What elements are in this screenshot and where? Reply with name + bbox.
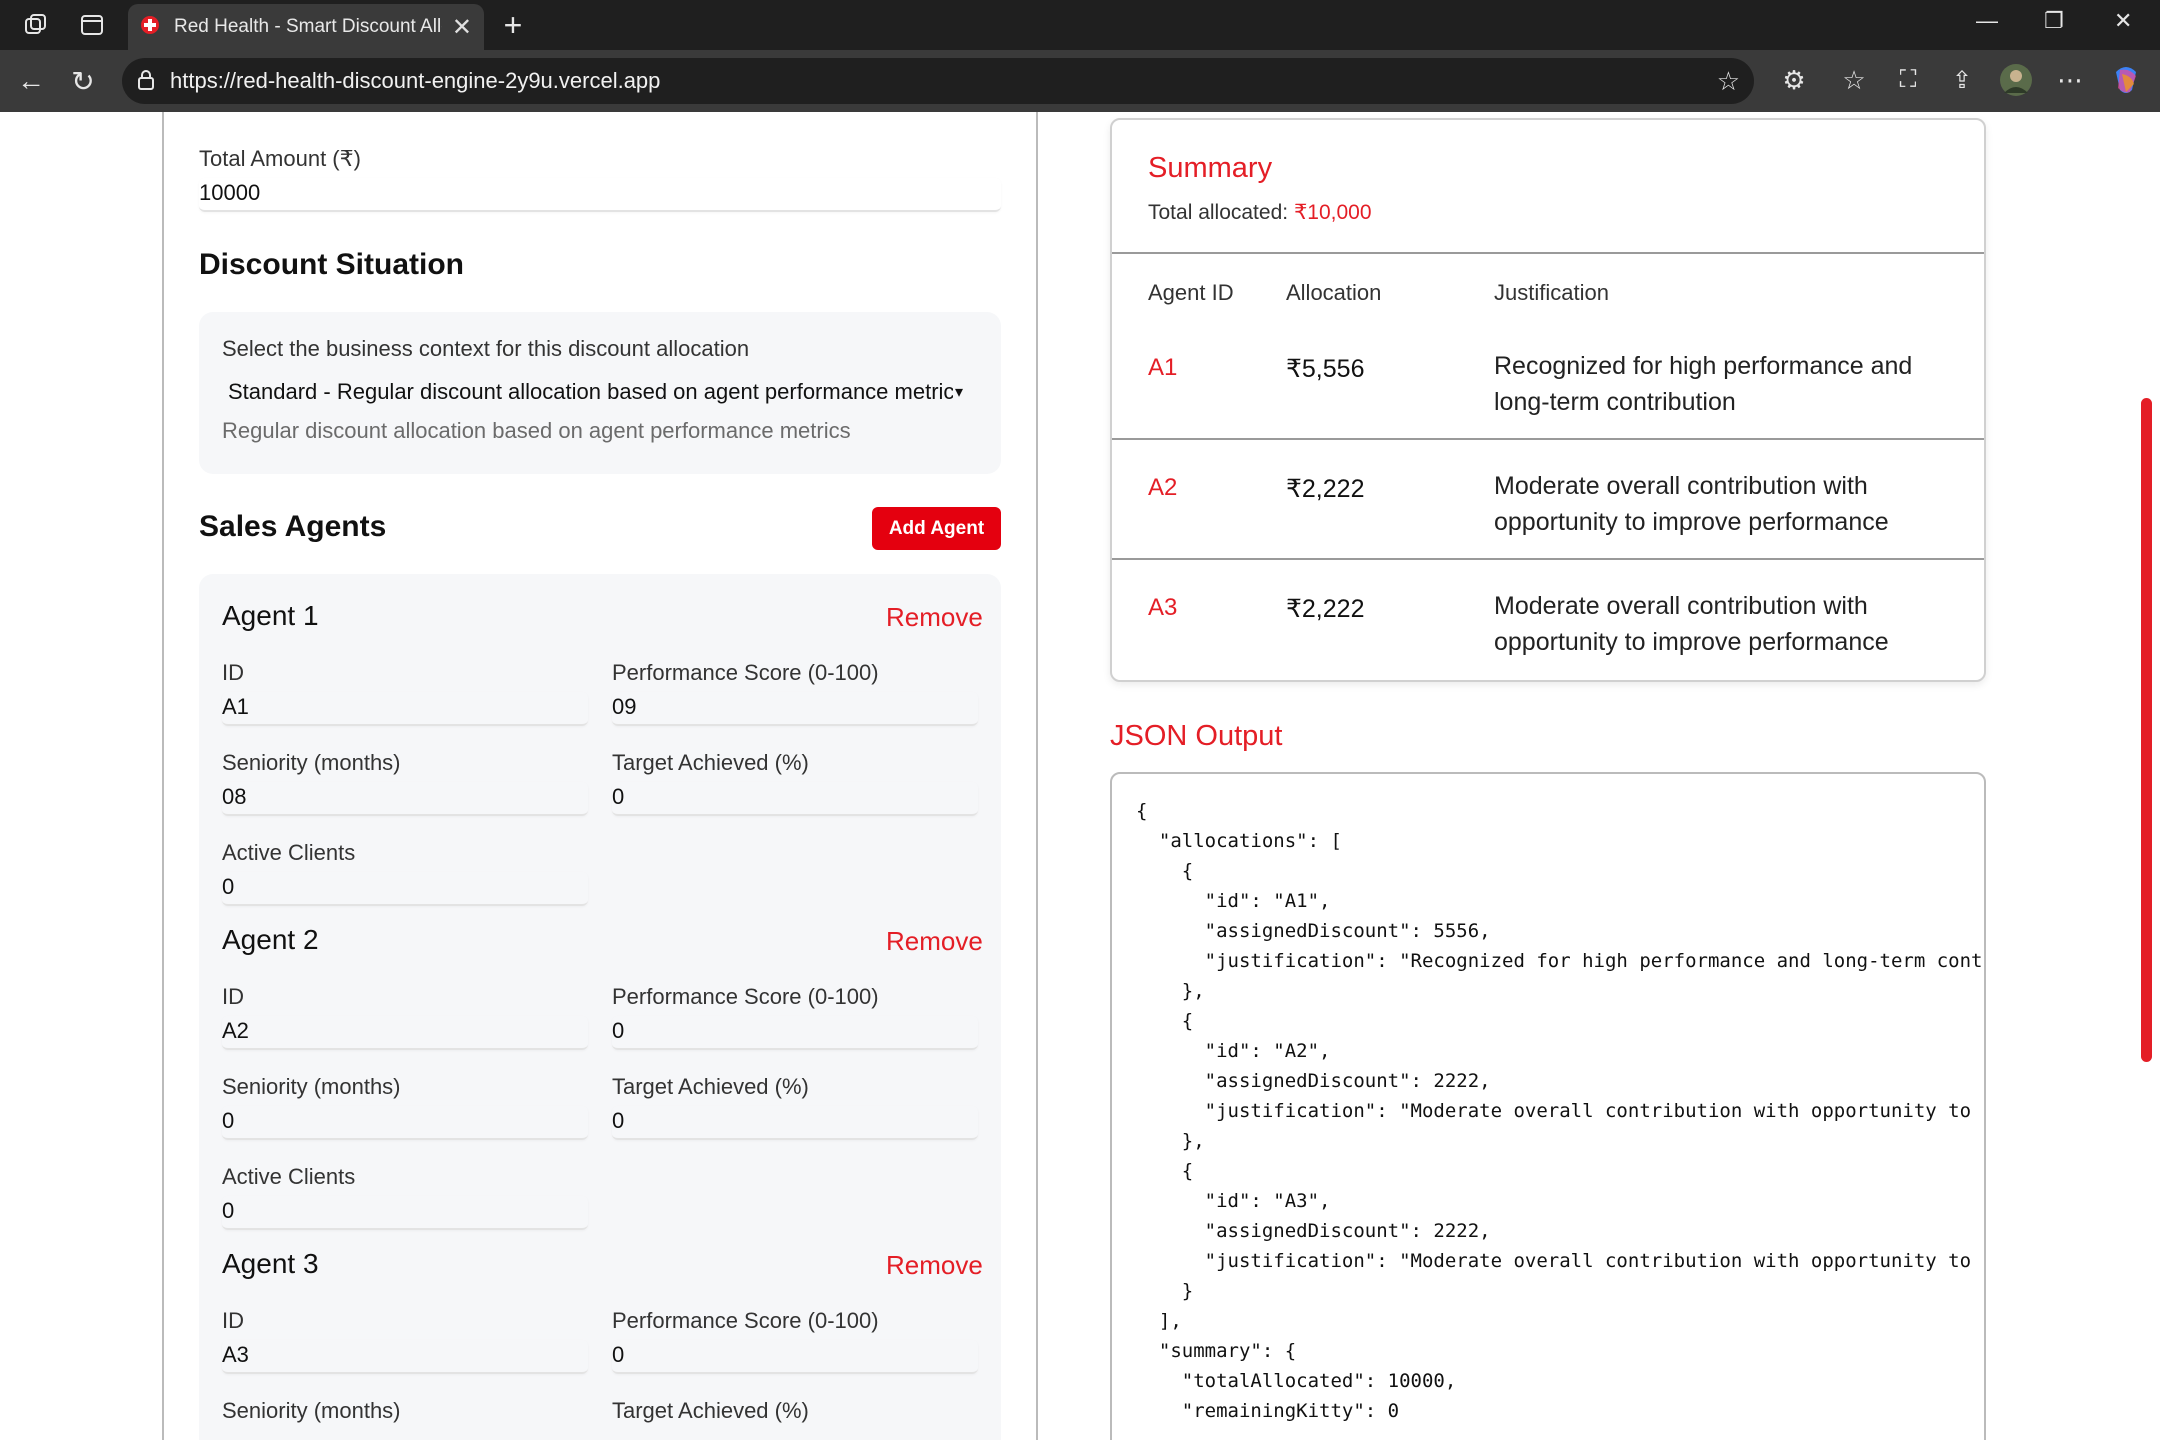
profile-avatar[interactable] [1998,62,2034,98]
workspaces-icon[interactable] [20,10,52,40]
close-window-icon[interactable]: ✕ [2114,8,2132,34]
restore-icon[interactable]: ❐ [2044,8,2064,34]
discount-situation-heading: Discount Situation [199,248,464,281]
agent-1-performance-input[interactable]: 09 [612,692,978,726]
sales-agents-heading: Sales Agents [199,510,387,543]
favorite-star-icon[interactable]: ☆ [1717,66,1740,97]
agent-1-seniority-input[interactable]: 08 [222,782,588,816]
extensions-icon[interactable]: ⚙ [1776,62,1812,98]
favorites-icon[interactable]: ☆ [1836,62,1872,98]
summary-total-value: ₹10,000 [1293,201,1372,224]
agent-3-title: Agent 3 [222,1248,319,1279]
new-tab-icon[interactable]: + [496,7,530,43]
row-1-allocation: ₹5,556 [1286,355,1365,383]
column-header-justification: Justification [1494,280,1609,305]
column-header-agent-id: Agent ID [1148,280,1234,305]
screenshot-icon[interactable]: ⛶ [1890,62,1926,98]
row-3-allocation: ₹2,222 [1286,595,1365,623]
summary-total: Total allocated: ₹10,000 [1148,200,1372,225]
tab-title: Red Health - Smart Discount Allocation [174,16,442,37]
agent-3-id-input[interactable]: A3 [222,1340,588,1374]
browser-chrome: Red Health - Smart Discount Allocation ✕… [0,0,2160,112]
column-header-allocation: Allocation [1286,280,1382,305]
agent-2-target-input[interactable]: 0 [612,1106,978,1140]
agent-3-id-label: ID [222,1308,244,1333]
agent-2-performance-input[interactable]: 0 [612,1016,978,1050]
agent-1-remove-button[interactable]: Remove [886,602,983,633]
summary-total-label: Total allocated: [1148,201,1289,224]
row-1-justification: Recognized for high performance and long… [1494,352,1913,416]
agent-2-target-label: Target Achieved (%) [612,1074,809,1099]
row-1-agent-id: A1 [1148,354,1178,381]
agent-2-clients-input[interactable]: 0 [222,1196,588,1230]
context-description: Regular discount allocation based on age… [222,418,851,443]
minimize-icon[interactable]: — [1976,8,1998,34]
row-2-allocation: ₹2,222 [1286,475,1365,503]
agent-1-id-input[interactable]: A1 [222,692,588,726]
tab-bar: Red Health - Smart Discount Allocation ✕… [0,0,2160,50]
agent-2-remove-button[interactable]: Remove [886,926,983,957]
agent-3-performance-input[interactable]: 0 [612,1340,978,1374]
row-2-agent-id: A2 [1148,474,1178,501]
copilot-icon[interactable] [2108,62,2144,98]
row-3-justification: Moderate overall contribution with oppor… [1494,592,1889,656]
total-amount-label: Total Amount (₹) [199,146,361,171]
agent-2-seniority-input[interactable]: 0 [222,1106,588,1140]
agent-1-performance-label: Performance Score (0-100) [612,660,879,685]
json-output-title: JSON Output [1110,720,1283,752]
json-output-box[interactable]: { "allocations": [ { "id": "A1", "assign… [1110,772,1986,1440]
summary-title: Summary [1148,152,1273,184]
page-scrollbar[interactable] [2141,398,2152,1062]
agent-1-target-input[interactable]: 0 [612,782,978,816]
summary-divider [1112,252,1984,254]
agent-1-clients-input[interactable]: 0 [222,872,588,906]
agent-3-seniority-label: Seniority (months) [222,1398,401,1423]
address-row: ← ↻ https://red-health-discount-engine-2… [0,50,2160,112]
address-bar[interactable]: https://red-health-discount-engine-2y9u.… [122,58,1754,104]
agent-2-clients-label: Active Clients [222,1164,356,1189]
page-viewport: Total Amount (₹) 10000 Discount Situatio… [0,112,2160,1440]
url-text: https://red-health-discount-engine-2y9u.… [170,68,661,93]
agent-2-performance-label: Performance Score (0-100) [612,984,879,1009]
tab-active[interactable]: Red Health - Smart Discount Allocation ✕ [128,4,484,50]
row-2-justification: Moderate overall contribution with oppor… [1494,472,1889,536]
lock-icon [136,69,156,96]
add-agent-button[interactable]: Add Agent [872,507,1001,550]
tab-close-icon[interactable]: ✕ [452,13,472,42]
agent-2-title: Agent 2 [222,924,319,955]
total-amount-input[interactable]: 10000 [199,178,1001,212]
agent-1-target-label: Target Achieved (%) [612,750,809,775]
back-icon[interactable]: ← [14,64,48,98]
agent-1-seniority-label: Seniority (months) [222,750,401,775]
context-select-value: Standard - Regular discount allocation b… [228,379,953,404]
row-3-agent-id: A3 [1148,594,1178,621]
row-divider [1112,438,1984,440]
more-menu-icon[interactable]: ⋯ [2052,62,2088,98]
context-label: Select the business context for this dis… [222,336,750,361]
favicon-icon [140,15,160,40]
agent-3-target-label: Target Achieved (%) [612,1398,809,1423]
row-divider [1112,558,1984,560]
agent-1-id-label: ID [222,660,244,685]
agent-2-id-label: ID [222,984,244,1009]
refresh-icon[interactable]: ↻ [66,64,100,98]
tab-actions-icon[interactable] [76,10,108,40]
agent-2-id-input[interactable]: A2 [222,1016,588,1050]
agent-3-remove-button[interactable]: Remove [886,1250,983,1281]
context-select[interactable]: Standard - Regular discount allocation b… [222,375,979,409]
share-icon[interactable]: ⇪ [1944,62,1980,98]
chevron-down-icon: ▾ [955,384,964,401]
agent-1-clients-label: Active Clients [222,840,356,865]
json-output-text: { "allocations": [ { "id": "A1", "assign… [1136,800,1983,1422]
agent-2-seniority-label: Seniority (months) [222,1074,401,1099]
agent-3-performance-label: Performance Score (0-100) [612,1308,879,1333]
summary-card: Summary Total allocated: ₹10,000 Agent I… [1110,118,1986,682]
agent-1-title: Agent 1 [222,600,319,631]
